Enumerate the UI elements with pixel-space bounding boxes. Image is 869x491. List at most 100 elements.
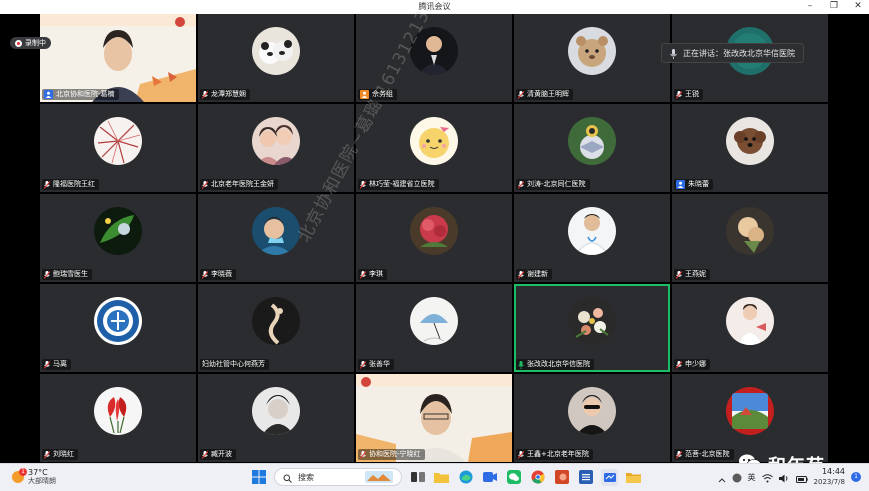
participant-namebar: 王鑫+北京老年医院 [516,449,593,460]
participant-name: 协和医院-宁晓红 [369,450,421,458]
clock[interactable]: 14:44 2023/7/8 [814,467,845,487]
battery-icon[interactable] [795,468,808,487]
participant-name: 谢建新 [527,270,548,278]
participant-namebar: 鲍瑞雪医生 [42,269,92,280]
mic-active-icon [518,360,524,369]
restore-button[interactable]: ❐ [829,1,839,12]
participant-name: 鲍瑞雪医生 [53,270,88,278]
taskbar-search[interactable]: 搜索 [274,468,402,486]
meeting-app-icon[interactable] [481,469,498,486]
task-view-icon[interactable] [409,469,426,486]
host-icon [360,90,369,99]
participant-tile[interactable]: 龙潭郑慧娴 [198,14,354,102]
participant-name: 隆福医院王红 [53,180,95,188]
participant-tile[interactable]: 北京协和医院-葛楠 [40,14,196,102]
notification-badge[interactable]: 1 [851,472,861,482]
participant-tile[interactable]: 王燕妮 [672,194,828,282]
speaking-indicator: 正在讲话：张改改北京华信医院 [661,43,804,63]
file-explorer-icon[interactable] [433,469,450,486]
participant-name: 臧开波 [211,450,232,458]
windows-start-icon[interactable] [250,469,267,486]
participant-tile[interactable]: 刘涛-北京同仁医院 [514,104,670,192]
participant-namebar: 协和医院-宁晓红 [358,449,425,460]
participant-tile[interactable]: 申少娜 [672,284,828,372]
recording-label: 录制中 [25,39,46,47]
mic-muted-icon [676,270,682,279]
participant-tile[interactable]: 妇幼社管中心何燕芳 [198,284,354,372]
participant-namebar: 清黄脑王明辉 [516,89,573,100]
participant-name: 王鑫+北京老年医院 [527,450,589,458]
folder-icon[interactable] [625,469,642,486]
participant-tile[interactable]: 林巧莹-福建省立医院 [356,104,512,192]
participant-name: 马离 [53,360,67,368]
mic-muted-icon [202,270,208,279]
participant-tile[interactable]: 佘务组 [356,14,512,102]
participant-namebar: 佘务组 [358,89,397,100]
weather-sun-icon: 1 [12,468,27,483]
wechat-app-icon[interactable] [505,469,522,486]
host-icon [676,180,685,189]
participant-name: 北京协和医院-葛楠 [56,90,115,98]
chevron-up-icon[interactable] [718,468,726,487]
participant-namebar: 王锐 [674,89,703,100]
close-button[interactable]: ✕ [853,1,863,12]
weather-badge: 1 [19,468,27,476]
mic-muted-icon [676,360,682,369]
participant-name: 范菩-北京医院 [685,450,730,458]
edge-browser-icon[interactable] [457,469,474,486]
participant-tile[interactable]: 王鑫+北京老年医院 [514,374,670,462]
participant-tile[interactable]: 刘晓红 [40,374,196,462]
weather-widget[interactable]: 1 37°C 大部晴朗 [12,468,56,486]
participant-tile-speaking[interactable]: 张改改北京华信医院 [514,284,670,372]
chrome-browser-icon[interactable] [529,469,546,486]
participant-tile[interactable]: 谢建新 [514,194,670,282]
mic-muted-icon [44,180,50,189]
participant-tile[interactable]: 李琪 [356,194,512,282]
input-method-indicator[interactable]: 英 [748,472,756,483]
mic-muted-icon [676,90,682,99]
participant-avatar [568,296,616,345]
participant-tile[interactable]: 范菩-北京医院 [672,374,828,462]
participant-avatar [410,296,458,345]
word-icon[interactable] [577,469,594,486]
wifi-icon[interactable] [761,468,773,487]
participant-tile[interactable]: 朱晓蕾 [672,104,828,192]
minimize-button[interactable]: – [805,1,815,12]
recording-icon [15,39,22,47]
participant-avatar [410,206,458,255]
volume-icon[interactable] [778,468,790,487]
participant-tile[interactable]: 鲍瑞雪医生 [40,194,196,282]
search-placeholder: 搜索 [298,472,314,482]
participant-tile[interactable]: 隆福医院王红 [40,104,196,192]
participant-avatar [94,206,142,255]
participant-tile[interactable]: 协和医院-宁晓红 [356,374,512,462]
participant-namebar: 范菩-北京医院 [674,449,734,460]
participant-name: 林巧莹-福建省立医院 [369,180,435,188]
participant-avatar [252,386,300,435]
powerpoint-icon[interactable] [553,469,570,486]
mic-muted-icon [44,360,50,369]
participant-namebar: 北京协和医院-葛楠 [42,89,119,100]
participant-tile[interactable]: 李晓薇 [198,194,354,282]
participant-avatar [252,206,300,255]
participant-tile[interactable]: 马离 [40,284,196,372]
participant-tile[interactable]: 北京老年医院王金妍 [198,104,354,192]
meeting-area: 北京协和医院-葛楠 龙潭郑慧娴 佘务组 清黄脑王明辉 王锐 隆福医院王红 北京老… [0,0,869,477]
tray-app-icon[interactable] [732,468,742,487]
mic-muted-icon [518,450,524,459]
recording-indicator[interactable]: 录制中 [10,37,51,49]
mic-muted-icon [202,180,208,189]
participant-tile[interactable]: 臧开波 [198,374,354,462]
participant-name: 王燕妮 [685,270,706,278]
participant-tile[interactable]: 张善华 [356,284,512,372]
participant-namebar: 龙潭郑慧娴 [200,89,250,100]
meeting-active-icon[interactable] [601,468,618,486]
mic-muted-icon [360,450,366,459]
participant-avatar [726,296,774,345]
participant-namebar: 妇幼社管中心何燕芳 [200,359,269,370]
participant-tile[interactable]: 清黄脑王明辉 [514,14,670,102]
participant-name: 佘务组 [372,90,393,98]
participant-avatar [726,116,774,165]
participant-name: 张改改北京华信医院 [527,360,590,368]
mic-muted-icon [202,450,208,459]
